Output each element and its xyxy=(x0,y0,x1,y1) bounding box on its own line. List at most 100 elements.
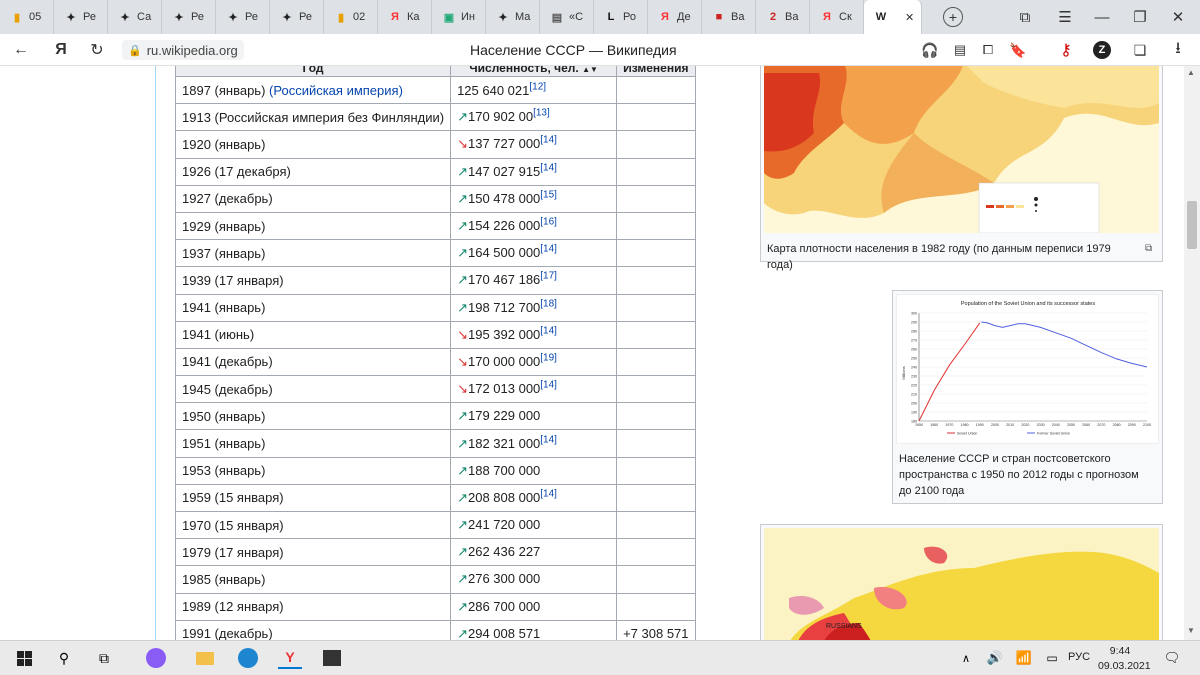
reference-link[interactable]: [15] xyxy=(540,190,557,201)
year-text: 1941 (январь) xyxy=(182,300,266,316)
clock-date: 09.03.2021 xyxy=(1098,660,1151,672)
reference-link[interactable]: [19] xyxy=(540,353,557,364)
ethnic-map-image[interactable]: RUSSIANS xyxy=(764,528,1159,640)
population-value: 179 229 000 xyxy=(467,408,541,424)
table-row: 1945 (декабрь) ↘172 013 000[14] xyxy=(174,375,696,404)
browser-tab[interactable]: Я Ск xyxy=(810,0,864,34)
browser-tab[interactable]: ▮ 05 xyxy=(0,0,54,34)
bookmark-button[interactable]: 🔖 xyxy=(1008,40,1028,60)
key-button[interactable]: ⚷ xyxy=(1056,40,1076,60)
browser-tab[interactable]: W ✕ xyxy=(864,0,922,34)
col-year-header[interactable]: Год xyxy=(174,66,452,77)
battery-button[interactable]: ▭ xyxy=(1040,647,1064,669)
sparkle-icon: ✦ xyxy=(228,11,238,24)
alice-button[interactable] xyxy=(144,647,168,669)
browser-tab[interactable]: Я Ка xyxy=(378,0,432,34)
key-icon: ⚷ xyxy=(1060,42,1072,59)
population-value: 241 720 000 xyxy=(467,517,541,533)
browser-tab[interactable]: ✦ Ре xyxy=(270,0,324,34)
extension-button[interactable]: ⧠ xyxy=(978,40,998,60)
language-indicator[interactable]: РУС xyxy=(1068,651,1090,663)
browser-tab[interactable]: ✦ Ма xyxy=(486,0,540,34)
search-icon: ⚲ xyxy=(58,649,70,666)
volume-button[interactable]: 🔊 xyxy=(983,647,1007,669)
browser-tab[interactable]: ■ Ва xyxy=(702,0,756,34)
reference-link[interactable]: [18] xyxy=(540,298,557,309)
minimize-button[interactable]: — xyxy=(1084,0,1120,34)
browser-tab[interactable]: ✦ Са xyxy=(108,0,162,34)
menu-button[interactable]: ☰ xyxy=(1050,0,1080,34)
reader-button[interactable]: ▤ xyxy=(950,40,970,60)
browser-tab[interactable]: L Ро xyxy=(594,0,648,34)
reference-link[interactable]: [14] xyxy=(540,380,557,391)
browser-tab[interactable]: ▣ Ин xyxy=(432,0,486,34)
search-button[interactable]: ⚲ xyxy=(52,647,76,669)
scroll-down-icon[interactable]: ▼ xyxy=(1187,626,1195,635)
new-tab-button[interactable]: + xyxy=(938,0,968,34)
url-field[interactable]: 🔒 ru.wikipedia.org xyxy=(122,40,244,60)
reference-link[interactable]: [17] xyxy=(540,271,557,282)
browser-tab[interactable]: 2 Ва xyxy=(756,0,810,34)
task-view-button[interactable]: ⧉ xyxy=(92,647,116,669)
empire-link[interactable]: (Российская империя) xyxy=(269,83,403,98)
start-button[interactable] xyxy=(12,647,36,669)
col-population-header[interactable]: Численность, чел. ▲▼ xyxy=(450,66,618,77)
density-map-image[interactable] xyxy=(764,66,1159,233)
reference-link[interactable]: [16] xyxy=(540,217,557,228)
reference-link[interactable]: [13] xyxy=(533,108,550,119)
scroll-thumb[interactable] xyxy=(1187,201,1197,249)
col-changes-header[interactable]: Изменения xyxy=(616,66,696,77)
collections-button[interactable]: ❏ xyxy=(1130,40,1150,60)
browser-tab[interactable]: ▤ «С xyxy=(540,0,594,34)
legend-label: Soviet Union xyxy=(957,431,977,435)
tab-manager-button[interactable]: ⧉ xyxy=(1010,0,1040,34)
browser-tab[interactable]: ✦ Ре xyxy=(54,0,108,34)
tab-label: Ре xyxy=(83,11,96,23)
browser-tab[interactable]: Я Де xyxy=(648,0,702,34)
image-icon: ▣ xyxy=(443,11,455,24)
reference-link[interactable]: [14] xyxy=(540,434,557,445)
yandex-home-button[interactable]: Я xyxy=(50,40,72,60)
reference-link[interactable]: [14] xyxy=(540,244,557,255)
y-tick-label: 280 xyxy=(911,329,917,333)
yandex-browser-button[interactable]: Y xyxy=(278,647,302,669)
scroll-up-icon[interactable]: ▲ xyxy=(1187,68,1195,77)
population-cell: ↗188 700 000 xyxy=(450,456,618,485)
close-tab-icon[interactable]: ✕ xyxy=(905,11,914,24)
enlarge-icon[interactable]: ⧉ xyxy=(1145,243,1152,254)
browser-tab[interactable]: ▮ 02 xyxy=(324,0,378,34)
reference-link[interactable]: [14] xyxy=(540,135,557,146)
population-chart-image[interactable]: Population of the Soviet Union and its s… xyxy=(896,294,1159,444)
store-button[interactable] xyxy=(320,647,344,669)
y-tick-label: 200 xyxy=(911,401,917,405)
headphones-button[interactable]: 🎧 xyxy=(920,40,940,60)
notifications-button[interactable]: 🗨 xyxy=(1160,647,1184,669)
reference-link[interactable]: [14] xyxy=(540,489,557,500)
year-cell: 1979 (17 января) xyxy=(174,538,452,567)
reference-link[interactable]: [14] xyxy=(540,162,557,173)
explorer-button[interactable] xyxy=(193,647,217,669)
downloads-button[interactable]: ⭳ xyxy=(1168,40,1188,60)
close-window-button[interactable]: ✕ xyxy=(1160,0,1196,34)
year-text: 1920 (январь) xyxy=(182,136,266,152)
page-scrollbar[interactable]: ▲ ▼ xyxy=(1184,66,1200,640)
badge-icon: ■ xyxy=(715,11,723,23)
reload-button[interactable]: ↻ xyxy=(86,40,108,60)
tray-expand-button[interactable]: ∧ xyxy=(954,647,978,669)
edge-button[interactable] xyxy=(236,647,260,669)
browser-tab[interactable]: ✦ Ре xyxy=(162,0,216,34)
network-button[interactable]: 📶 xyxy=(1012,647,1036,669)
tab-label: Ва xyxy=(785,11,799,23)
zen-button[interactable]: Z xyxy=(1092,40,1112,60)
clock[interactable]: 9:44 09.03.2021 xyxy=(1098,644,1151,674)
yandex-icon: Я xyxy=(391,11,399,23)
chart-ylabel: Millions xyxy=(901,366,906,379)
reference-link[interactable]: [14] xyxy=(540,325,557,336)
yandex-icon: Я xyxy=(55,41,67,58)
tab-label: Ка xyxy=(407,11,420,23)
restore-button[interactable]: ❐ xyxy=(1122,0,1158,34)
browser-tab[interactable]: ✦ Ре xyxy=(216,0,270,34)
back-button[interactable]: ← xyxy=(10,40,32,60)
y-tick-label: 220 xyxy=(911,383,917,387)
reference-link[interactable]: [12] xyxy=(529,81,546,92)
